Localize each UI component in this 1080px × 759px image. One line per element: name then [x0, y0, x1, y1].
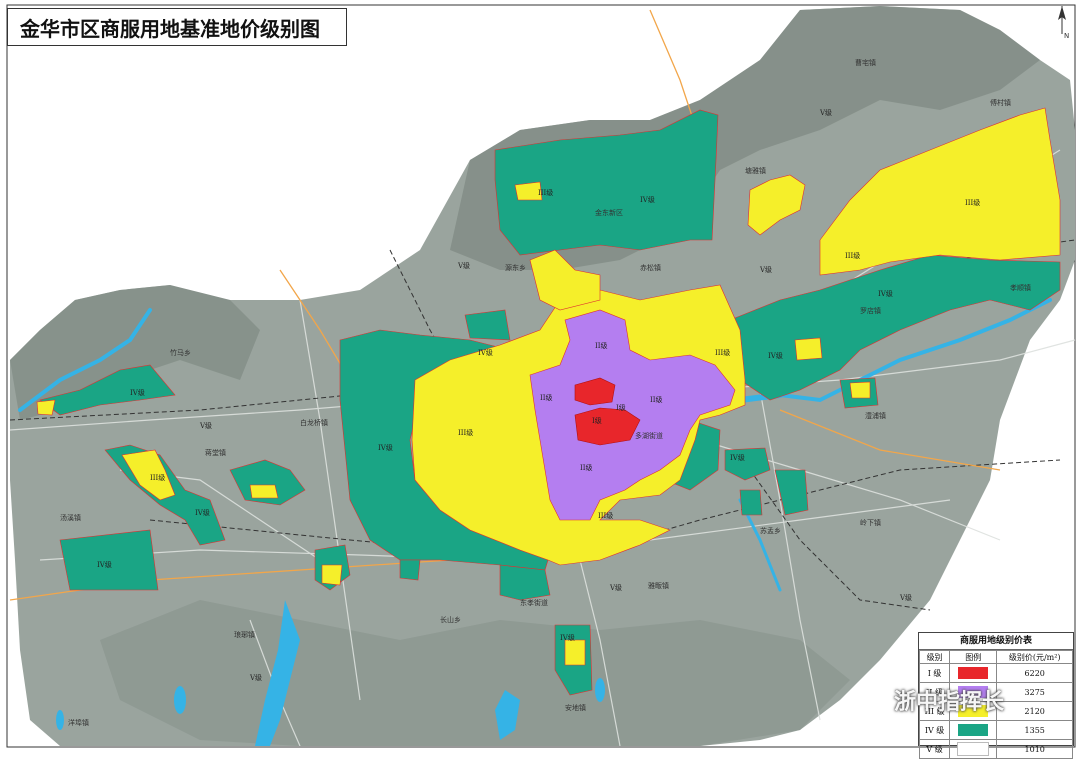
grade-label-iv-4: IV级 — [97, 560, 112, 569]
grade-label-iv-1: IV级 — [640, 195, 655, 204]
legend-swatch — [958, 724, 989, 736]
legend-title: 商服用地级别价表 — [919, 633, 1073, 650]
north-arrow-label: N — [1064, 32, 1069, 40]
grade-label-v-6: V级 — [899, 593, 912, 602]
place-name-19: 塘雅镇 — [745, 166, 766, 175]
grade-label-iv-8: IV级 — [560, 633, 575, 642]
place-name-6: 岭下镇 — [860, 518, 881, 527]
legend-price: 1355 — [996, 720, 1073, 740]
grade-label-i-2: I级 — [616, 403, 626, 412]
grade-label-iii-1: III级 — [458, 428, 473, 437]
grade-label-ii-1: II级 — [540, 393, 553, 402]
grade-label-iii-3: III级 — [965, 198, 980, 207]
grade-label-ii-4: II级 — [595, 341, 608, 350]
place-name-2: 澧浦镇 — [865, 411, 886, 420]
zone-iii-east-small — [794, 337, 823, 361]
zone-iv-west-3 — [59, 529, 159, 591]
legend-grade: IV 级 — [918, 720, 951, 740]
place-name-8: 白龙桥镇 — [300, 418, 328, 427]
legend-row: V 级 1010 — [918, 739, 1073, 759]
legend-header-symbol: 图例 — [949, 650, 998, 664]
zone-iii-mid — [249, 484, 279, 499]
grade-label-v-7: V级 — [609, 583, 622, 592]
watermark-text: 浙中指挥长 — [894, 690, 1005, 715]
zone-iii-east-small-2 — [849, 381, 871, 399]
place-name-10: 雅畈镇 — [648, 581, 669, 590]
grade-label-i-1: I级 — [592, 416, 602, 425]
place-name-17: 洋埠镇 — [68, 718, 89, 727]
legend-grade: I 级 — [918, 663, 951, 683]
legend-header-price: 级别价(元/m²) — [996, 650, 1073, 664]
grade-label-ii-2: II级 — [650, 395, 663, 404]
grade-label-iv-6: IV级 — [768, 351, 783, 360]
place-name-4: 曹宅镇 — [855, 58, 876, 67]
grade-label-iv-2: IV级 — [378, 443, 393, 452]
map-title: 金华市区商服用地基准地价级别图 — [7, 8, 347, 46]
place-name-5: 傅村镇 — [990, 98, 1011, 107]
grade-label-iv-3: IV级 — [878, 289, 893, 298]
grade-label-iii-2: III级 — [715, 348, 730, 357]
legend-row: I 级 6220 — [918, 663, 1073, 683]
place-name-9: 蒋堂镇 — [205, 448, 226, 457]
grade-label-iii-6: III级 — [150, 473, 165, 482]
legend-price: 6220 — [996, 663, 1073, 683]
place-name-7: 汤溪镇 — [60, 513, 81, 522]
grade-label-v-5: V级 — [249, 673, 262, 682]
wechat-icon — [859, 689, 887, 711]
legend-swatch — [958, 667, 989, 679]
legend-swatch — [957, 742, 990, 756]
grade-label-ii-3: II级 — [580, 463, 593, 472]
place-name-11: 安地镇 — [565, 703, 586, 712]
zone-iii-mid-2 — [321, 564, 343, 586]
grade-label-iii-4: III级 — [845, 251, 860, 260]
grade-label-v-3: V级 — [199, 421, 212, 430]
zone-iv-south — [499, 564, 551, 601]
place-name-18: 源东乡 — [505, 263, 526, 272]
place-name-20: 多湖街道 — [635, 431, 663, 440]
grade-label-iii-5: III级 — [598, 511, 613, 520]
place-name-21: 东孝街道 — [520, 598, 548, 607]
zone-iv-north-2 — [464, 309, 511, 341]
grade-label-v-2: V级 — [457, 261, 470, 270]
legend-header-grade: 级别 — [918, 650, 951, 664]
legend-price: 1010 — [996, 739, 1073, 759]
place-name-3: 孝顺镇 — [1010, 283, 1031, 292]
zone-iii-west-2 — [36, 399, 56, 416]
place-name-1: 罗店镇 — [860, 306, 881, 315]
zone-i-south — [574, 407, 641, 446]
legend-row: IV 级 1355 — [918, 720, 1073, 740]
zone-iii-south — [564, 639, 586, 666]
legend-header-row: 级别 图例 级别价(元/m²) — [918, 650, 1073, 664]
grade-label-v-4: V级 — [759, 265, 772, 274]
legend-price: 2120 — [996, 701, 1073, 721]
zone-iv-small-1 — [399, 559, 421, 581]
legend-price: 3275 — [996, 682, 1073, 702]
grade-label-iii-7: III级 — [538, 188, 553, 197]
grade-label-v-1: V级 — [819, 108, 832, 117]
grade-label-iv-9: IV级 — [478, 348, 493, 357]
place-name-15: 长山乡 — [440, 615, 461, 624]
watermark: 浙中指挥长 — [858, 684, 1004, 716]
place-name-16: 琅琊镇 — [234, 630, 255, 639]
grade-label-iv-7: IV级 — [730, 453, 745, 462]
place-name-14: 竹马乡 — [170, 348, 191, 357]
place-name-0: 金东新区 — [595, 208, 623, 217]
legend-grade: V 级 — [918, 739, 951, 759]
grade-label-iv-5: IV级 — [195, 508, 210, 517]
zone-iv-se-4 — [739, 489, 763, 516]
grade-label-iv-10: IV级 — [130, 388, 145, 397]
place-name-12: 苏孟乡 — [760, 526, 781, 535]
place-name-13: 赤松镇 — [640, 263, 661, 272]
